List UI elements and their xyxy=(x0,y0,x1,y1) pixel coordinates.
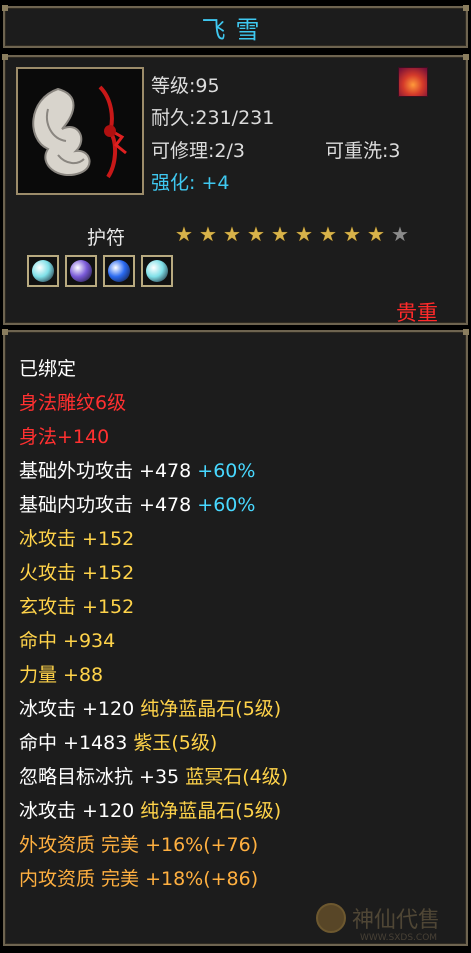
level-value: 95 xyxy=(195,75,220,97)
rewash-label: 可重洗: xyxy=(325,140,389,162)
watermark-text: 神仙代售 xyxy=(352,908,441,933)
properties-panel: 已绑定 身法雕纹6级 身法+140 基础外功攻击 +478 +60% 基础内功攻击 +4… xyxy=(2,329,469,946)
star-filled-icon: ★ xyxy=(343,222,361,246)
property-text: 冰攻击 +152 xyxy=(19,528,135,550)
title-bar: 飞雪 xyxy=(2,5,469,48)
property-text: 命中 +1483 xyxy=(19,732,128,754)
property-text: 内攻资质 完美 +18%(+86) xyxy=(19,868,259,890)
property-extra: 蓝冥石(4级) xyxy=(185,766,289,788)
blue-gem-icon xyxy=(108,260,130,282)
property-line: 身法雕纹6级 xyxy=(19,386,288,420)
level-label: 等级: xyxy=(151,75,196,97)
durability-stat: 耐久:231/231 xyxy=(151,103,274,130)
star-filled-icon: ★ xyxy=(271,222,289,246)
property-line: 冰攻击 +152 xyxy=(19,522,288,556)
property-text: 基础内功攻击 +478 xyxy=(19,494,192,516)
property-line: 火攻击 +152 xyxy=(19,556,288,590)
gem-slots xyxy=(27,255,173,287)
property-line: 身法+140 xyxy=(19,420,288,454)
property-line: 基础外功攻击 +478 +60% xyxy=(19,454,288,488)
property-line: 命中 +934 xyxy=(19,624,288,658)
property-line: 玄攻击 +152 xyxy=(19,590,288,624)
property-line: 命中 +1483 紫玉(5级) xyxy=(19,726,288,760)
gem-slot[interactable] xyxy=(103,255,135,287)
purple-gem-icon xyxy=(70,260,92,282)
property-text: 身法+140 xyxy=(19,426,110,448)
property-text: 已绑定 xyxy=(19,358,77,380)
feather-fan-icon xyxy=(18,69,142,193)
enhance-stat: 强化: +4 xyxy=(151,168,229,195)
property-line: 力量 +88 xyxy=(19,658,288,692)
property-text: 命中 +934 xyxy=(19,630,116,652)
level-stat: 等级:95 xyxy=(151,71,220,98)
property-text: 外攻资质 完美 +16%(+76) xyxy=(19,834,259,856)
repair-label: 可修理: xyxy=(151,140,215,162)
rewash-value: 3 xyxy=(388,140,401,162)
gem-slot[interactable] xyxy=(27,255,59,287)
watermark-url: WWW.SXDS.COM xyxy=(360,933,438,943)
property-line: 外攻资质 完美 +16%(+76) xyxy=(19,828,288,862)
property-text: 忽略目标冰抗 +35 xyxy=(19,766,180,788)
enhance-label: 强化: xyxy=(151,172,196,194)
star-filled-icon: ★ xyxy=(367,222,385,246)
item-header: 等级:95 耐久:231/231 可修理:2/3 可重洗:3 强化: +4 护符… xyxy=(2,54,469,325)
star-filled-icon: ★ xyxy=(199,222,217,246)
property-line: 冰攻击 +120 纯净蓝晶石(5级) xyxy=(19,794,288,828)
fire-school-icon xyxy=(398,67,428,97)
rewash-stat: 可重洗:3 xyxy=(325,136,401,163)
repair-value: 2/3 xyxy=(214,140,245,162)
cyan-gem-icon xyxy=(146,260,168,282)
watermark-logo-icon xyxy=(316,903,346,933)
star-filled-icon: ★ xyxy=(223,222,241,246)
repair-stat: 可修理:2/3 xyxy=(151,136,245,163)
rarity-label: 贵重 xyxy=(396,301,438,325)
star-filled-icon: ★ xyxy=(247,222,265,246)
gem-slot[interactable] xyxy=(65,255,97,287)
item-portrait xyxy=(16,67,144,195)
durability-value: 231/231 xyxy=(195,107,275,129)
star-rating: ★ ★ ★ ★ ★ ★ ★ ★ ★ ★ xyxy=(173,223,411,245)
cyan-gem-icon xyxy=(32,260,54,282)
star-empty-icon: ★ xyxy=(391,222,409,246)
property-line: 内攻资质 完美 +18%(+86) xyxy=(19,862,288,896)
star-filled-icon: ★ xyxy=(319,222,337,246)
property-extra: 纯净蓝晶石(5级) xyxy=(140,800,282,822)
item-name: 飞雪 xyxy=(201,15,270,44)
property-text: 冰攻击 +120 xyxy=(19,800,135,822)
properties-list: 已绑定 身法雕纹6级 身法+140 基础外功攻击 +478 +60% 基础内功攻击 +4… xyxy=(19,352,288,896)
property-line: 基础内功攻击 +478 +60% xyxy=(19,488,288,522)
property-extra: +60% xyxy=(197,460,256,482)
property-text: 力量 +88 xyxy=(19,664,104,686)
property-text: 基础外功攻击 +478 xyxy=(19,460,192,482)
gem-slot[interactable] xyxy=(141,255,173,287)
property-extra: 紫玉(5级) xyxy=(133,732,218,754)
amulet-label: 护符 xyxy=(87,227,126,249)
star-filled-icon: ★ xyxy=(175,222,193,246)
watermark: 神仙代售 xyxy=(316,902,440,934)
property-line: 忽略目标冰抗 +35 蓝冥石(4级) xyxy=(19,760,288,794)
property-line: 冰攻击 +120 纯净蓝晶石(5级) xyxy=(19,692,288,726)
star-filled-icon: ★ xyxy=(295,222,313,246)
property-extra: +60% xyxy=(197,494,256,516)
property-extra: 纯净蓝晶石(5级) xyxy=(140,698,282,720)
property-text: 火攻击 +152 xyxy=(19,562,135,584)
property-text: 冰攻击 +120 xyxy=(19,698,135,720)
durability-label: 耐久: xyxy=(151,107,196,129)
property-text: 身法雕纹6级 xyxy=(19,392,127,414)
property-line: 已绑定 xyxy=(19,352,288,386)
property-text: 玄攻击 +152 xyxy=(19,596,135,618)
enhance-value: +4 xyxy=(201,172,230,194)
